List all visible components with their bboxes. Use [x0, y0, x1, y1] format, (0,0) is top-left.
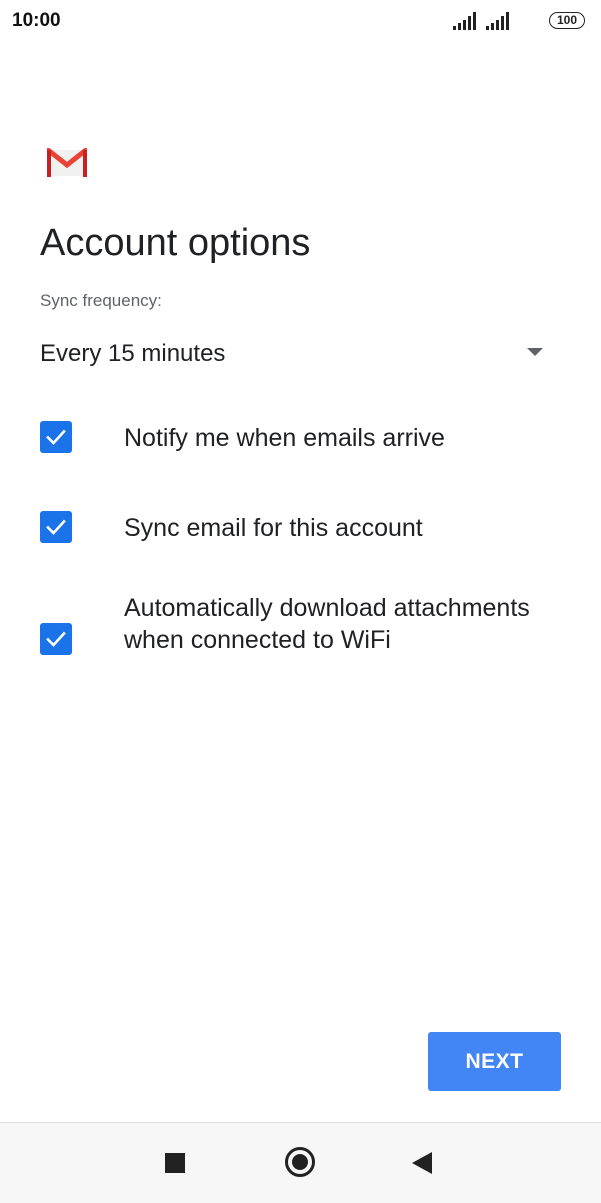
sync-email-label: Sync email for this account	[124, 514, 423, 542]
checkmark-icon	[46, 631, 66, 647]
option-auto-download[interactable]: Automatically download attachments when …	[40, 592, 560, 692]
home-icon[interactable]	[285, 1147, 315, 1177]
notify-checkbox[interactable]	[40, 421, 72, 453]
signal-icon	[486, 12, 509, 30]
option-sync-email[interactable]: Sync email for this account	[40, 510, 560, 550]
sync-frequency-value: Every 15 minutes	[40, 340, 226, 367]
recents-icon[interactable]	[165, 1153, 185, 1173]
navigation-bar	[0, 1122, 601, 1203]
back-icon[interactable]	[412, 1152, 432, 1174]
auto-download-label: Automatically download attachments when …	[124, 594, 530, 654]
dropdown-arrow-icon	[527, 348, 543, 356]
status-time: 10:00	[12, 10, 61, 31]
checkmark-icon	[46, 429, 66, 445]
sync-frequency-label: Sync frequency:	[40, 291, 162, 310]
option-notify[interactable]: Notify me when emails arrive	[40, 420, 560, 460]
status-bar: 10:00 100	[0, 0, 601, 44]
notify-label: Notify me when emails arrive	[124, 424, 445, 452]
auto-download-checkbox[interactable]	[40, 623, 72, 655]
sync-frequency-dropdown[interactable]: Every 15 minutes	[40, 332, 550, 376]
next-button[interactable]: NEXT	[428, 1032, 561, 1091]
sync-email-checkbox[interactable]	[40, 511, 72, 543]
page-title: Account options	[40, 222, 311, 264]
gmail-icon	[47, 148, 87, 177]
checkmark-icon	[46, 519, 66, 535]
battery-icon: 100	[549, 12, 585, 29]
signal-icon	[453, 12, 476, 30]
